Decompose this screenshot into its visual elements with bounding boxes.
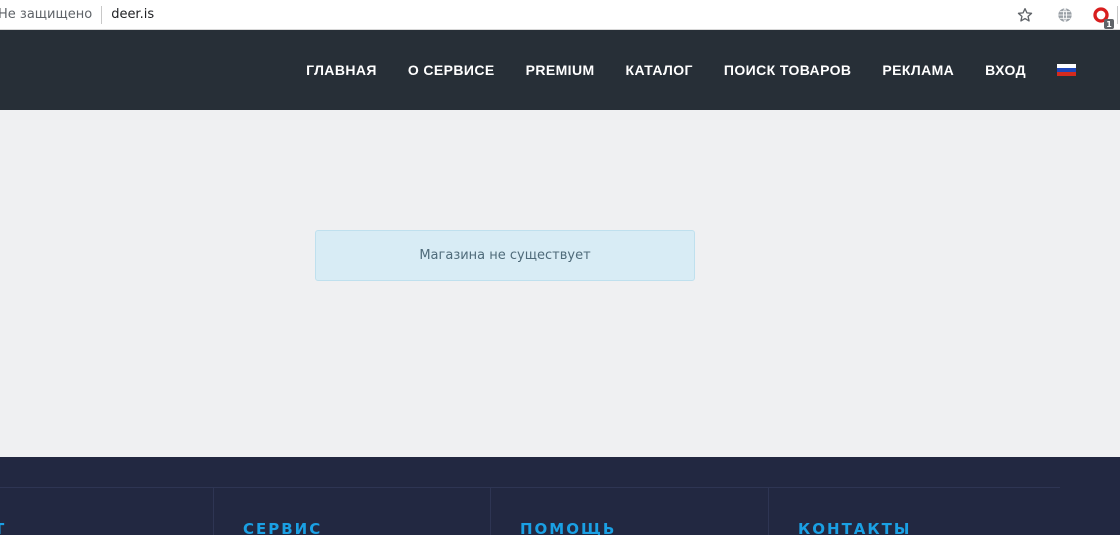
- star-icon[interactable]: [1015, 5, 1035, 25]
- extension-icon[interactable]: 1: [1091, 5, 1114, 29]
- nav-about[interactable]: О СЕРВИСЕ: [408, 62, 495, 78]
- main-content: Магазина не существует: [0, 110, 1120, 457]
- alert-message: Магазина не существует: [419, 248, 591, 263]
- site-header: ГЛАВНАЯ О СЕРВИСЕ PREMIUM КАТАЛОГ ПОИСК …: [0, 30, 1120, 110]
- footer-heading-service: СЕРВИС: [243, 520, 323, 535]
- site-footer: Т СЕРВИС ПОМОЩЬ КОНТАКТЫ: [0, 457, 1120, 535]
- footer-column-divider: [490, 487, 491, 535]
- footer-column-divider: [768, 487, 769, 535]
- footer-divider: [0, 487, 1060, 488]
- nav-advertising[interactable]: РЕКЛАМА: [882, 62, 954, 78]
- address-divider: [101, 5, 103, 24]
- security-indicator[interactable]: Не защищено: [0, 7, 92, 22]
- globe-icon[interactable]: [1055, 5, 1075, 25]
- url-field[interactable]: deer.is: [111, 7, 154, 22]
- nav-premium[interactable]: PREMIUM: [526, 62, 595, 78]
- nav-catalog[interactable]: КАТАЛОГ: [626, 62, 693, 78]
- nav-product-search[interactable]: ПОИСК ТОВАРОВ: [724, 62, 852, 78]
- info-alert: Магазина не существует: [315, 230, 695, 281]
- footer-heading-contacts: КОНТАКТЫ: [798, 520, 912, 535]
- extension-badge: 1: [1104, 19, 1114, 29]
- browser-toolbar-icons: 1: [1015, 0, 1120, 30]
- footer-column-divider: [213, 487, 214, 535]
- russian-flag-icon[interactable]: [1057, 63, 1076, 77]
- toolbar-divider: [1117, 6, 1118, 24]
- footer-heading-help: ПОМОЩЬ: [520, 520, 617, 535]
- footer-heading-partial: Т: [0, 520, 6, 535]
- browser-address-bar: Не защищено deer.is 1: [0, 0, 1120, 30]
- nav-home[interactable]: ГЛАВНАЯ: [306, 62, 377, 78]
- nav-login[interactable]: ВХОД: [985, 62, 1026, 78]
- main-nav: ГЛАВНАЯ О СЕРВИСЕ PREMIUM КАТАЛОГ ПОИСК …: [306, 30, 1076, 110]
